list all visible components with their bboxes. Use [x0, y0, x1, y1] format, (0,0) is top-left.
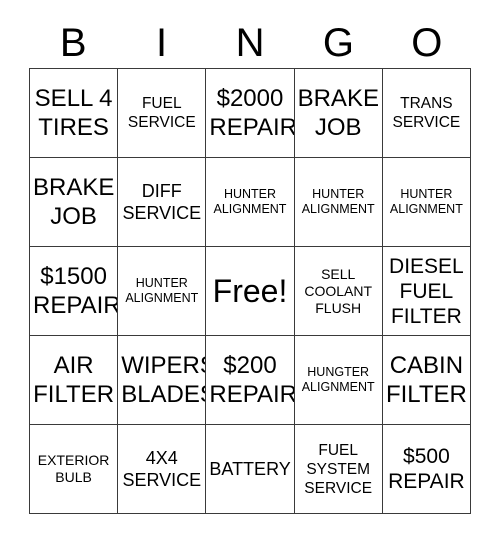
- bingo-cell-label: HUNTER ALIGNMENT: [389, 187, 463, 216]
- bingo-cell[interactable]: HUNTER ALIGNMENT: [294, 158, 383, 247]
- bingo-header: B I N G O: [29, 18, 471, 68]
- bingo-cell[interactable]: SELL 4 TIRES: [30, 69, 119, 158]
- bingo-cell[interactable]: CABIN FILTER: [382, 336, 471, 425]
- bingo-cell-label: DIFF SERVICE: [122, 181, 202, 223]
- bingo-cell[interactable]: HUNTER ALIGNMENT: [118, 247, 207, 336]
- bingo-cell-label: EXTERIOR BULB: [37, 452, 110, 485]
- bingo-cell-label: HUNTER ALIGNMENT: [301, 187, 375, 216]
- bingo-cell-free[interactable]: Free!: [206, 247, 295, 336]
- bingo-cell-label: TRANS SERVICE: [392, 95, 461, 131]
- bingo-cell-label: FUEL SERVICE: [127, 95, 196, 131]
- bingo-cell[interactable]: AIR FILTER: [30, 336, 119, 425]
- bingo-cell[interactable]: BRAKE JOB: [294, 69, 383, 158]
- bingo-card: B I N G O SELL 4 TIRES FUEL SERVICE $2000 …: [0, 0, 500, 544]
- bingo-cell-label: $200 REPAIR: [209, 352, 295, 408]
- bingo-grid: SELL 4 TIRES FUEL SERVICE $2000 REPAIR BRAK…: [29, 68, 471, 514]
- bingo-cell[interactable]: $2000 REPAIR: [206, 69, 295, 158]
- bingo-cell-label: AIR FILTER: [33, 352, 115, 408]
- bingo-cell[interactable]: BATTERY: [206, 425, 295, 514]
- bingo-cell[interactable]: DIESEL FUEL FILTER: [382, 247, 471, 336]
- header-letter-b: B: [59, 21, 87, 65]
- bingo-cell-label: HUNTER ALIGNMENT: [213, 187, 287, 216]
- bingo-cell[interactable]: 4X4 SERVICE: [118, 425, 207, 514]
- bingo-cell-label: DIESEL FUEL FILTER: [389, 254, 464, 328]
- header-letter-n: N: [235, 21, 265, 65]
- bingo-cell[interactable]: HUNTER ALIGNMENT: [206, 158, 295, 247]
- bingo-cell-label: SELL COOLANT FLUSH: [304, 265, 373, 316]
- bingo-cell-label: HUNTER ALIGNMENT: [125, 276, 199, 305]
- bingo-cell[interactable]: HUNGTER ALIGNMENT: [294, 336, 383, 425]
- bingo-cell[interactable]: SELL COOLANT FLUSH: [294, 247, 383, 336]
- bingo-cell[interactable]: HUNTER ALIGNMENT: [382, 158, 471, 247]
- bingo-cell[interactable]: $1500 REPAIR: [30, 247, 119, 336]
- bingo-cell-label: FUEL SYSTEM SERVICE: [304, 441, 373, 497]
- bingo-cell[interactable]: FUEL SERVICE: [118, 69, 207, 158]
- header-letter-o: O: [411, 21, 443, 65]
- bingo-cell[interactable]: BRAKE JOB: [30, 158, 119, 247]
- bingo-cell-label: BRAKE JOB: [33, 174, 115, 230]
- bingo-cell-label: WIPERS BLADES: [121, 352, 205, 408]
- bingo-cell-label: HUNGTER ALIGNMENT: [301, 365, 375, 394]
- bingo-cell[interactable]: $500 REPAIR: [382, 425, 471, 514]
- bingo-cell[interactable]: $200 REPAIR: [206, 336, 295, 425]
- bingo-cell-label: SELL 4 TIRES: [34, 85, 113, 141]
- bingo-cell-label: BATTERY: [209, 459, 291, 479]
- header-letter-g: G: [322, 21, 354, 65]
- bingo-cell[interactable]: TRANS SERVICE: [382, 69, 471, 158]
- bingo-cell-label: $1500 REPAIR: [33, 263, 119, 319]
- bingo-cell-label: $500 REPAIR: [388, 445, 465, 493]
- bingo-cell[interactable]: WIPERS BLADES: [118, 336, 207, 425]
- bingo-cell[interactable]: FUEL SYSTEM SERVICE: [294, 425, 383, 514]
- bingo-cell-label: CABIN FILTER: [385, 352, 467, 408]
- header-letter-i: I: [156, 21, 168, 65]
- bingo-cell-label: BRAKE JOB: [297, 85, 379, 141]
- bingo-cell-label: 4X4 SERVICE: [122, 448, 202, 490]
- bingo-cell-label: Free!: [212, 273, 288, 309]
- bingo-cell[interactable]: EXTERIOR BULB: [30, 425, 119, 514]
- bingo-cell[interactable]: DIFF SERVICE: [118, 158, 207, 247]
- bingo-cell-label: $2000 REPAIR: [209, 85, 295, 141]
